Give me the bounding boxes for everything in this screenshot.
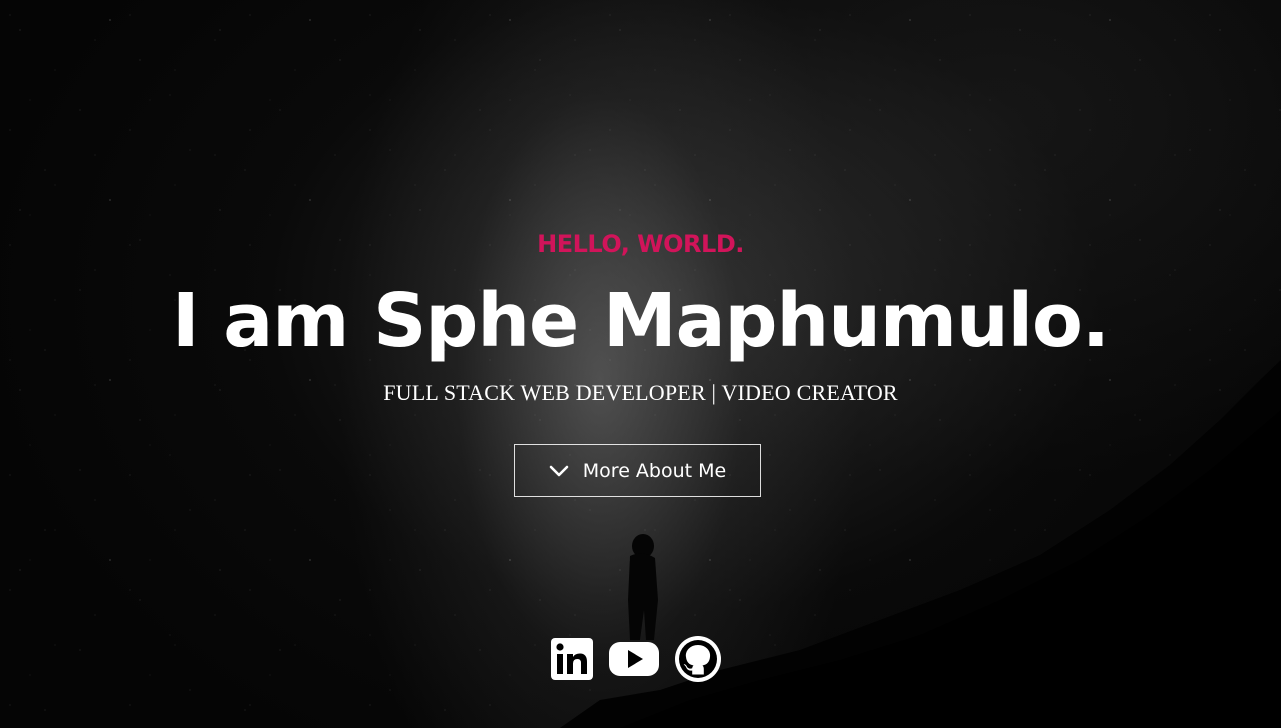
- hero-section: HELLO, WORLD. I am Sphe Maphumulo. FULL …: [0, 0, 1281, 728]
- hero-kicker: HELLO, WORLD.: [537, 230, 744, 258]
- github-icon[interactable]: [674, 635, 722, 688]
- hero-title: I am Sphe Maphumulo.: [171, 278, 1110, 364]
- chevron-down-icon: [549, 465, 569, 476]
- social-links: [550, 635, 730, 688]
- more-about-me-button[interactable]: More About Me: [514, 444, 761, 497]
- youtube-icon[interactable]: [608, 639, 660, 684]
- linkedin-icon[interactable]: [550, 637, 594, 686]
- hero-content: HELLO, WORLD. I am Sphe Maphumulo. FULL …: [0, 0, 1281, 728]
- hero-subtitle: FULL STACK WEB DEVELOPER | VIDEO CREATOR: [383, 380, 898, 405]
- more-about-me-label: More About Me: [582, 459, 727, 482]
